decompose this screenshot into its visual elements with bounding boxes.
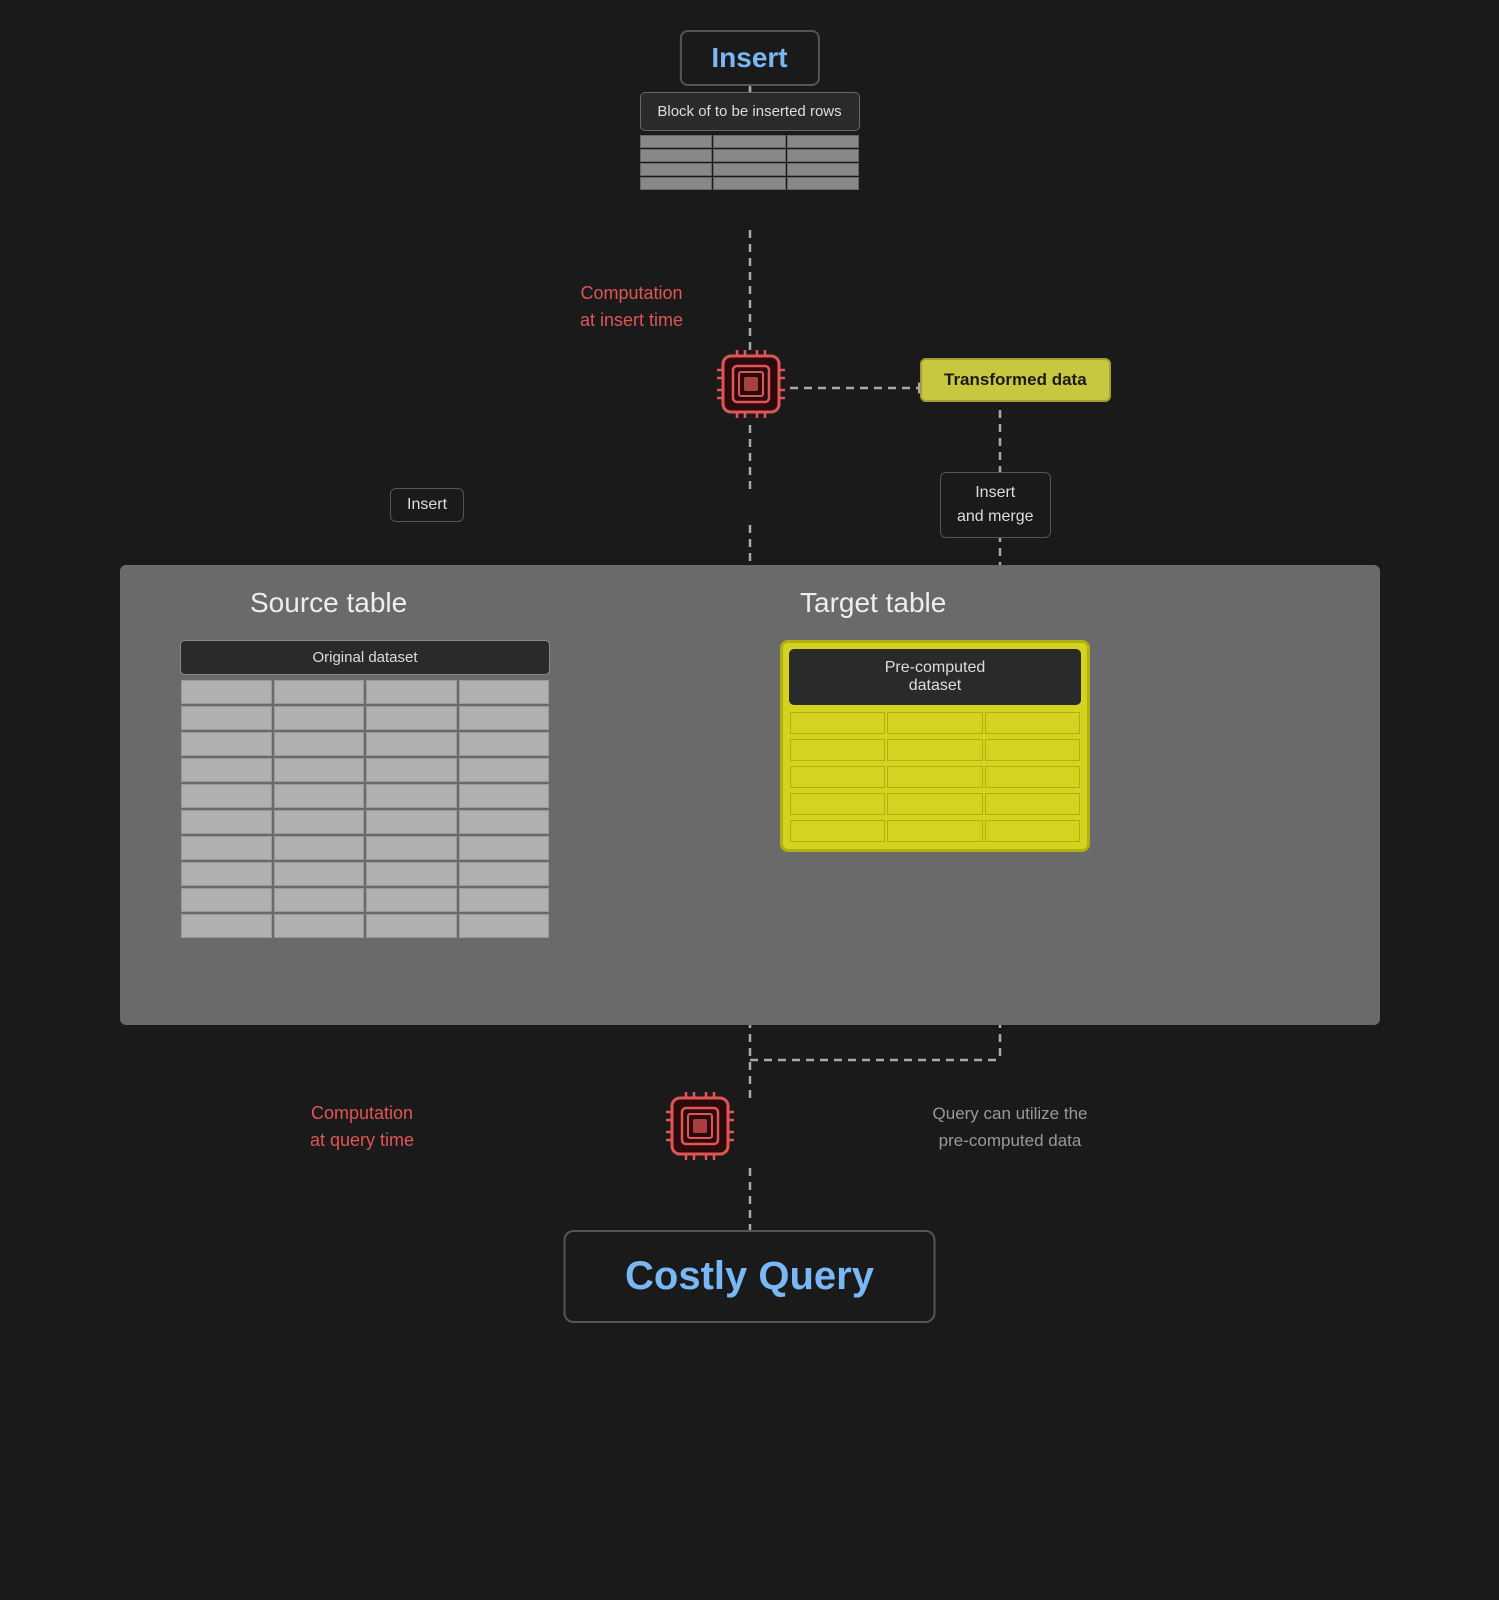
source-grid-rows <box>180 679 550 939</box>
cpu-insert-svg <box>715 348 787 420</box>
transformed-data-box: Transformed data <box>920 358 1111 402</box>
cpu-icon-insert <box>715 348 787 425</box>
target-table-inner: Pre-computed dataset <box>780 640 1090 852</box>
main-table-area: Source table Target table Original datas… <box>120 565 1380 1025</box>
query-utilize-label: Query can utilize the pre-computed data <box>900 1100 1120 1154</box>
insert-node: Insert <box>679 30 819 86</box>
insert-node-label: Insert <box>711 42 787 73</box>
insert-block-label: Block of to be inserted rows <box>640 92 860 131</box>
insert-merge-label: Insert and merge <box>940 472 1051 538</box>
computation-query-label: Computation at query time <box>310 1100 414 1154</box>
insert-block-grid <box>640 134 860 190</box>
source-dataset-label: Original dataset <box>180 640 550 675</box>
source-table-title: Source table <box>250 587 407 619</box>
computation-insert-label: Computation at insert time <box>580 280 683 334</box>
diagram-container: Insert Block of to be inserted rows <box>0 0 1499 1600</box>
source-table-grid: Original dataset <box>180 640 550 939</box>
target-grid-rows <box>789 711 1081 843</box>
cpu-query-svg <box>664 1090 736 1162</box>
target-dataset-label: Pre-computed dataset <box>789 649 1081 705</box>
target-table-title: Target table <box>800 587 946 619</box>
costly-query-label: Costly Query <box>625 1254 874 1298</box>
insert-label-left: Insert <box>390 488 464 522</box>
target-table-box: Pre-computed dataset <box>780 640 1090 852</box>
cpu-icon-query <box>664 1090 736 1167</box>
costly-query-box: Costly Query <box>563 1230 936 1323</box>
insert-block: Block of to be inserted rows <box>640 92 860 190</box>
